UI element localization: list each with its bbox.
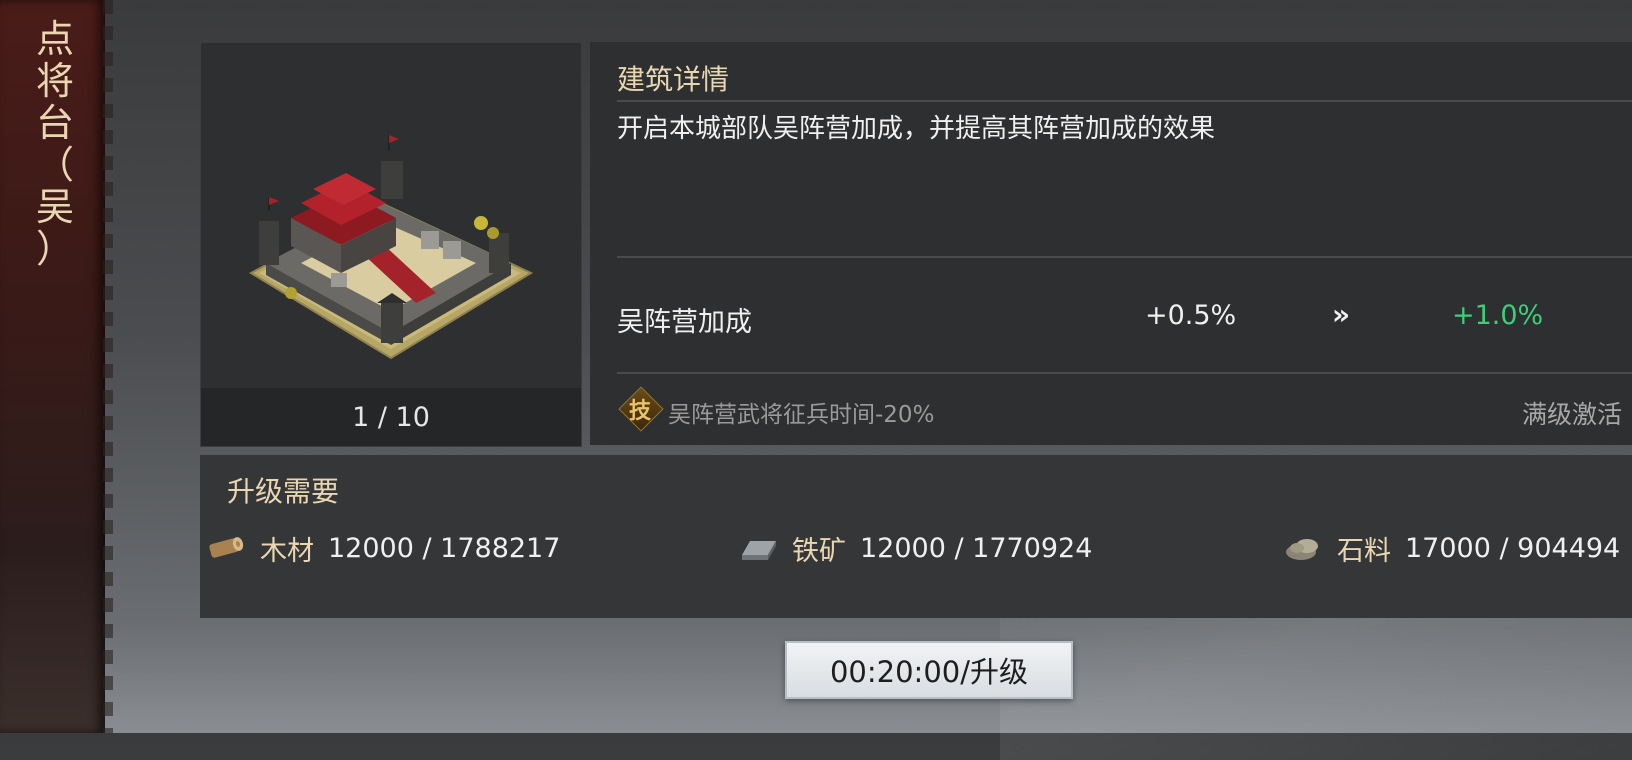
skill-badge-label: 技 xyxy=(628,399,651,424)
requirements-title: 升级需要 xyxy=(227,475,340,508)
upgrade-requirements-panel: 升级需要 木材 12000 / 1788217 铁矿 12000 / 17709… xyxy=(200,455,1632,618)
resource-iron: 铁矿 12000 / 1770924 xyxy=(738,531,1093,567)
wood-log-icon xyxy=(209,537,244,558)
skill-effect-text: 吴阵营武将征兵时间-20% xyxy=(668,402,935,428)
resource-name: 木材 xyxy=(260,535,314,567)
title-char: ） xyxy=(35,227,76,271)
resource-amount: 17000 / 904494 xyxy=(1405,532,1621,564)
details-title: 建筑详情 xyxy=(617,63,730,96)
double-chevron-right-icon: » xyxy=(1332,298,1351,331)
resource-wood: 木材 12000 / 1788217 xyxy=(206,531,561,567)
resource-stone: 石料 17000 / 904494 xyxy=(1283,531,1621,567)
building-preview-panel: 1 / 10 xyxy=(200,42,582,447)
building-name-vertical: 点 将 台 （ 吴 ） xyxy=(26,18,86,270)
stone-icon xyxy=(1286,539,1318,560)
divider xyxy=(617,372,1632,374)
fortress-building-image xyxy=(248,135,534,360)
resource-amount: 12000 / 1788217 xyxy=(328,532,561,564)
resource-name: 铁矿 xyxy=(792,535,846,567)
side-title-banner: 点 将 台 （ 吴 ） xyxy=(0,0,113,733)
building-details-panel: 建筑详情 开启本城部队吴阵营加成，并提高其阵营加成的效果 吴阵营加成 +0.5%… xyxy=(590,42,1632,445)
iron-ingot-icon xyxy=(742,541,776,560)
bonus-next-value: +1.0% xyxy=(1452,300,1544,331)
skill-activation-status: 满级激活 xyxy=(1521,400,1622,429)
building-description: 开启本城部队吴阵营加成，并提高其阵营加成的效果 xyxy=(617,114,1216,144)
title-char: 将 xyxy=(35,59,76,103)
title-char: 点 xyxy=(35,17,76,61)
resource-name: 石料 xyxy=(1337,535,1391,567)
title-char: 台 xyxy=(35,101,76,145)
resource-amount: 12000 / 1770924 xyxy=(860,532,1093,564)
title-char: （ xyxy=(35,143,76,187)
title-char: 吴 xyxy=(35,185,76,229)
divider xyxy=(617,100,1632,102)
divider xyxy=(617,256,1632,258)
bonus-current-value: +0.5% xyxy=(1145,300,1237,331)
building-level-indicator: 1 / 10 xyxy=(201,388,581,446)
bonus-name: 吴阵营加成 xyxy=(617,307,752,338)
upgrade-button[interactable]: 00:20:00/升级 xyxy=(785,641,1073,699)
